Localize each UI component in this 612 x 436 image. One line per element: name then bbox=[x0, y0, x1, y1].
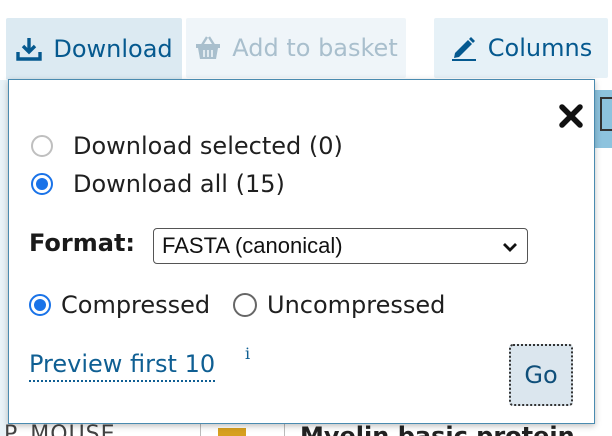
add-to-basket-button[interactable]: Add to basket bbox=[186, 18, 406, 78]
uncompressed-radio[interactable] bbox=[233, 293, 257, 317]
download-selected-label: Download selected (0) bbox=[73, 132, 343, 160]
download-all-option[interactable]: Download all (15) bbox=[31, 170, 285, 198]
table-left-edge bbox=[0, 80, 8, 436]
download-icon bbox=[15, 35, 43, 63]
go-button-label: Go bbox=[524, 361, 558, 389]
add-to-basket-label: Add to basket bbox=[232, 34, 398, 62]
protein-name: Myelin basic protein bbox=[300, 422, 575, 436]
info-icon[interactable]: i bbox=[245, 344, 250, 363]
preview-link[interactable]: Preview first 10 bbox=[29, 350, 216, 382]
uncompressed-option[interactable]: Uncompressed bbox=[233, 291, 445, 319]
compressed-label: Compressed bbox=[61, 291, 211, 319]
download-selected-radio[interactable] bbox=[31, 135, 53, 157]
columns-button[interactable]: Columns bbox=[434, 18, 608, 78]
compressed-option[interactable]: Compressed bbox=[29, 291, 210, 319]
basket-icon bbox=[194, 34, 222, 62]
entry-name: P_MOUSE bbox=[4, 422, 116, 436]
download-popup: Download selected (0) Download all (15) … bbox=[8, 79, 595, 424]
column-select-checkbox[interactable] bbox=[600, 97, 612, 131]
download-all-radio[interactable] bbox=[31, 173, 53, 195]
format-select[interactable]: FASTA (canonical) bbox=[153, 228, 528, 264]
reviewed-icon bbox=[218, 428, 246, 436]
download-button-label: Download bbox=[53, 35, 173, 63]
close-button[interactable] bbox=[555, 102, 587, 134]
download-selected-option[interactable]: Download selected (0) bbox=[31, 132, 343, 160]
chevron-down-icon bbox=[501, 238, 519, 256]
compressed-radio[interactable] bbox=[29, 294, 51, 316]
close-icon bbox=[557, 102, 585, 134]
format-label: Format: bbox=[29, 229, 136, 257]
go-button[interactable]: Go bbox=[509, 344, 573, 406]
pencil-icon bbox=[450, 34, 478, 62]
columns-button-label: Columns bbox=[487, 34, 593, 62]
download-button[interactable]: Download bbox=[6, 18, 182, 80]
format-select-value: FASTA (canonical) bbox=[162, 233, 343, 258]
uncompressed-label: Uncompressed bbox=[267, 291, 446, 319]
download-all-label: Download all (15) bbox=[73, 170, 285, 198]
